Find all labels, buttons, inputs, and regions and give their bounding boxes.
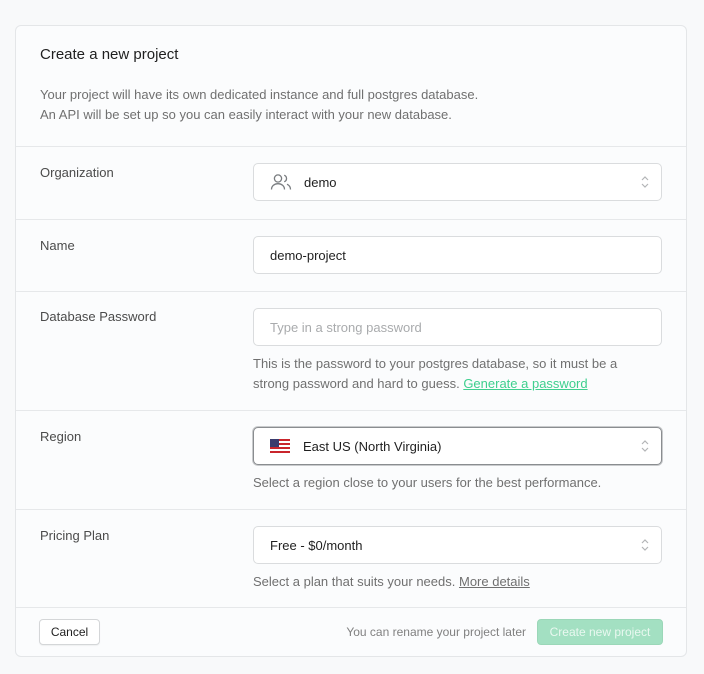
card-header: Create a new project Your project will h… bbox=[16, 26, 686, 147]
generate-password-link[interactable]: Generate a password bbox=[463, 376, 587, 391]
pricing-label: Pricing Plan bbox=[40, 528, 110, 543]
create-project-card: Create a new project Your project will h… bbox=[15, 25, 687, 657]
password-help: This is the password to your postgres da… bbox=[253, 356, 618, 391]
password-input[interactable]: Type in a strong password bbox=[253, 308, 662, 346]
pricing-select[interactable]: Free - $0/month bbox=[253, 526, 662, 564]
project-name-value: demo-project bbox=[270, 247, 346, 263]
more-details-link[interactable]: More details bbox=[459, 574, 530, 589]
region-row: Region East US (North Virginia) Select a… bbox=[16, 411, 686, 510]
page-title: Create a new project bbox=[40, 46, 179, 63]
pricing-row: Pricing Plan Free - $0/month Select a pl… bbox=[16, 510, 686, 608]
create-project-button[interactable]: Create new project bbox=[537, 619, 663, 645]
users-icon bbox=[270, 174, 292, 190]
region-select[interactable]: East US (North Virginia) bbox=[253, 427, 662, 465]
password-label: Database Password bbox=[40, 309, 157, 324]
region-help: Select a region close to your users for … bbox=[253, 475, 602, 490]
password-row: Database Password Type in a strong passw… bbox=[16, 292, 686, 411]
organization-select[interactable]: demo bbox=[253, 163, 662, 201]
card-footer: Cancel You can rename your project later… bbox=[16, 608, 686, 656]
rename-note: You can rename your project later bbox=[346, 625, 526, 639]
password-placeholder: Type in a strong password bbox=[270, 319, 422, 335]
region-label: Region bbox=[40, 429, 82, 444]
chevron-up-down-icon bbox=[641, 440, 649, 452]
pricing-help: Select a plan that suits your needs. Mor… bbox=[253, 574, 530, 589]
name-row: Name demo-project bbox=[16, 220, 686, 292]
page-description: Your project will have its own dedicated… bbox=[40, 87, 479, 122]
organization-label: Organization bbox=[40, 165, 114, 180]
chevron-up-down-icon bbox=[641, 176, 649, 188]
project-name-input[interactable]: demo-project bbox=[253, 236, 662, 274]
us-flag-icon bbox=[270, 439, 290, 453]
name-label: Name bbox=[40, 238, 75, 253]
organization-value: demo bbox=[304, 174, 337, 190]
cancel-button[interactable]: Cancel bbox=[39, 619, 100, 645]
pricing-value: Free - $0/month bbox=[270, 537, 363, 553]
chevron-up-down-icon bbox=[641, 539, 649, 551]
organization-row: Organization demo bbox=[16, 147, 686, 220]
region-value: East US (North Virginia) bbox=[303, 438, 442, 454]
